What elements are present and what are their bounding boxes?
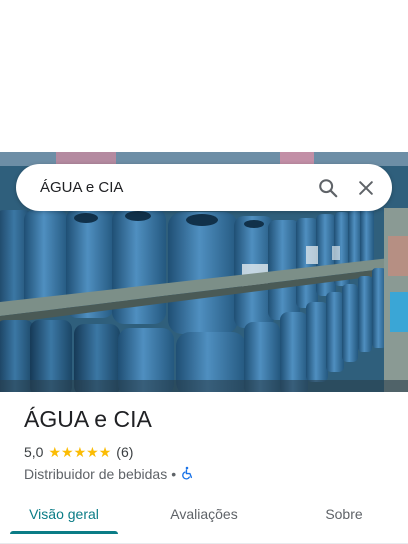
tab-label: Avaliações <box>170 506 238 522</box>
place-category: Distribuidor de bebidas <box>24 466 168 482</box>
tab-label: Visão geral <box>29 506 99 522</box>
tab-reviews[interactable]: Avaliações <box>128 496 280 532</box>
wheelchair-accessible-icon <box>180 466 194 483</box>
star-icon: ★ <box>48 444 62 460</box>
separator: • <box>171 466 177 482</box>
search-input[interactable]: ÁGUA e CIA <box>40 179 302 196</box>
category-row: Distribuidor de bebidas • <box>24 464 396 484</box>
close-icon[interactable] <box>354 176 378 200</box>
rating-value: 5,0 <box>24 444 44 460</box>
place-info: ÁGUA e CIA 5,0 ★ ★ ★ ★ ★ (6) Distribuido… <box>24 404 396 484</box>
tab-about[interactable]: Sobre <box>280 496 408 532</box>
search-bar[interactable]: ÁGUA e CIA <box>16 164 392 211</box>
active-tab-indicator <box>10 531 118 534</box>
star-rating: ★ ★ ★ ★ ★ <box>48 445 111 459</box>
tab-overview[interactable]: Visão geral <box>0 496 128 534</box>
star-icon: ★ <box>86 444 99 460</box>
tab-label: Sobre <box>325 506 363 522</box>
tab-bar: Visão geral Avaliações Sobre <box>0 496 408 544</box>
star-icon: ★ <box>61 444 74 460</box>
place-title: ÁGUA e CIA <box>24 406 152 432</box>
star-icon: ★ <box>73 444 87 460</box>
star-icon: ★ <box>98 444 112 460</box>
review-count[interactable]: (6) <box>116 444 133 460</box>
place-sheet: ÁGUA e CIA ÁGUA e CIA 5,0 ★ ★ ★ ★ ★ (6) … <box>0 0 408 544</box>
rating-row[interactable]: 5,0 ★ ★ ★ ★ ★ (6) <box>24 442 396 462</box>
search-icon[interactable] <box>316 176 340 200</box>
map-area[interactable] <box>0 0 408 152</box>
